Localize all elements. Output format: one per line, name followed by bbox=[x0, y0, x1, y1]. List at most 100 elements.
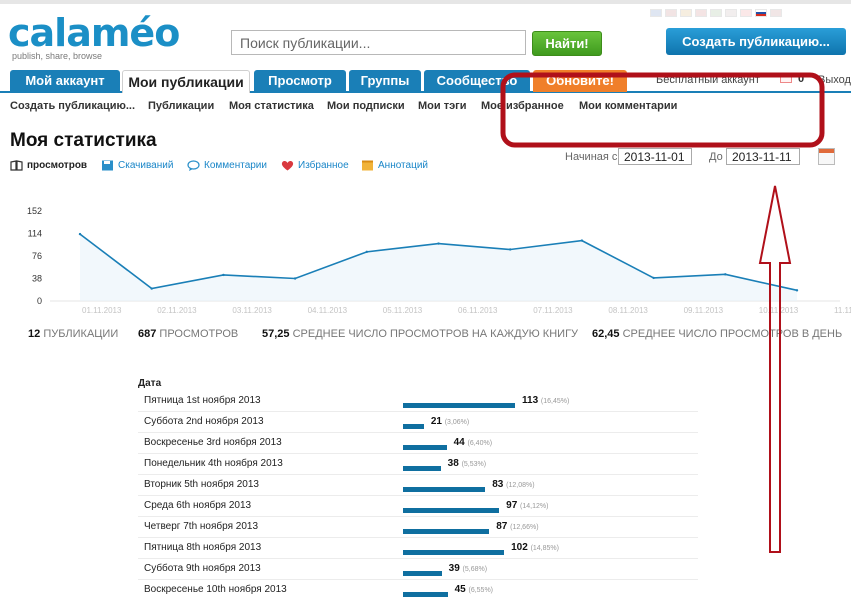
row-bar bbox=[403, 529, 490, 534]
summary-value: 57,25 bbox=[262, 328, 290, 340]
x-tick-label: 04.11.2013 bbox=[308, 306, 348, 315]
row-value: 87 (12,66%) bbox=[496, 521, 539, 532]
row-percent: (5,53%) bbox=[461, 461, 487, 468]
data-point[interactable] bbox=[150, 287, 153, 290]
row-date: Суббота 9th ноября 2013 bbox=[144, 563, 261, 574]
row-bar bbox=[403, 466, 441, 471]
row-bar bbox=[403, 571, 442, 576]
subnav-create-publication[interactable]: Создать публикацию... bbox=[10, 100, 135, 112]
x-tick-label: 10.11.2013 bbox=[759, 306, 799, 315]
page-title: Моя статистика bbox=[10, 130, 157, 151]
flag-icon[interactable] bbox=[695, 9, 707, 17]
flag-icon[interactable] bbox=[725, 9, 737, 17]
data-point[interactable] bbox=[509, 248, 512, 251]
tab-community[interactable]: Сообщество bbox=[424, 70, 530, 92]
views-line-chart: 0 38 76 114 152 01.11.2013 02.11.2013 03.11.201… bbox=[27, 206, 851, 315]
summary-average-per-day: 62,45 СРЕДНЕЕ ЧИСЛО ПРОСМОТРОВ В ДЕНЬ bbox=[592, 328, 842, 340]
date-to-input[interactable] bbox=[726, 148, 800, 165]
tab-groups[interactable]: Группы bbox=[349, 70, 421, 92]
date-to-label: До bbox=[709, 151, 723, 163]
x-tick-label: 01.11.2013 bbox=[82, 306, 122, 315]
date-from-label: Начиная с bbox=[565, 151, 618, 163]
logout-link[interactable]: Выход bbox=[818, 74, 851, 86]
summary-value: 12 bbox=[28, 328, 41, 340]
calameo-logo[interactable]: calaméo bbox=[8, 14, 180, 52]
data-point[interactable] bbox=[222, 273, 225, 277]
tab-upgrade[interactable]: Обновите! bbox=[533, 70, 627, 92]
data-point[interactable] bbox=[78, 232, 82, 236]
language-flags bbox=[650, 9, 782, 17]
metric-annotations[interactable]: Аннотаций bbox=[361, 160, 428, 171]
x-tick-label: 05.11.2013 bbox=[383, 306, 423, 315]
x-tick-label: 03.11.2013 bbox=[232, 306, 272, 315]
metric-downloads[interactable]: Скачиваний bbox=[101, 160, 173, 171]
flag-icon[interactable] bbox=[650, 9, 662, 17]
table-row: Пятница 1st ноября 2013 113 (16,45%) bbox=[138, 391, 698, 412]
summary-views: 687 ПРОСМОТРОВ bbox=[138, 328, 238, 340]
y-tick-label: 152 bbox=[27, 206, 42, 216]
row-value: 38 (5,53%) bbox=[447, 458, 487, 469]
row-percent: (16,45%) bbox=[540, 398, 570, 405]
y-tick-label: 0 bbox=[37, 296, 42, 306]
data-point[interactable] bbox=[652, 276, 655, 280]
flag-icon[interactable] bbox=[755, 9, 767, 17]
y-tick-label: 76 bbox=[32, 251, 42, 261]
flag-icon[interactable] bbox=[665, 9, 677, 17]
row-date: Пятница 8th ноября 2013 bbox=[144, 542, 262, 553]
top-border bbox=[0, 0, 851, 4]
flag-icon[interactable] bbox=[680, 9, 692, 17]
y-tick-label: 114 bbox=[28, 229, 42, 239]
tab-my-publications[interactable]: Мои публикации bbox=[122, 70, 250, 93]
subnav-my-subscriptions[interactable]: Мои подписки bbox=[327, 100, 405, 112]
row-bar bbox=[403, 487, 486, 492]
data-point[interactable] bbox=[580, 239, 584, 242]
data-point[interactable] bbox=[365, 250, 368, 254]
tab-browse[interactable]: Просмотр bbox=[254, 70, 346, 92]
subnav-my-statistics[interactable]: Моя статистика bbox=[229, 100, 314, 112]
data-point[interactable] bbox=[437, 242, 440, 245]
row-date: Понедельник 4th ноября 2013 bbox=[144, 458, 283, 469]
x-tick-label: 08.11.2013 bbox=[608, 306, 648, 315]
x-tick-label: 11.11.2013 bbox=[834, 306, 851, 315]
calendar-icon[interactable] bbox=[818, 148, 835, 165]
summary-label: ПРОСМОТРОВ bbox=[159, 328, 239, 340]
tab-my-account[interactable]: Мой аккаунт bbox=[10, 70, 120, 92]
data-point[interactable] bbox=[795, 289, 799, 292]
summary-average-per-book: 57,25 СРЕДНЕЕ ЧИСЛО ПРОСМОТРОВ НА КАЖДУЮ… bbox=[262, 328, 578, 340]
metric-views[interactable]: просмотров bbox=[10, 160, 87, 171]
subnav-my-tags[interactable]: Мои тэги bbox=[418, 100, 467, 112]
table-row: Суббота 9th ноября 2013 39 (5,68%) bbox=[138, 559, 698, 580]
row-bar bbox=[403, 592, 448, 597]
flag-icon[interactable] bbox=[770, 9, 782, 17]
mail-icon[interactable] bbox=[780, 74, 792, 83]
subnav-publications[interactable]: Публикации bbox=[148, 100, 214, 112]
flag-icon[interactable] bbox=[710, 9, 722, 17]
row-percent: (14,85%) bbox=[530, 545, 559, 552]
note-icon bbox=[362, 160, 373, 171]
summary-label: СРЕДНЕЕ ЧИСЛО ПРОСМОТРОВ В ДЕНЬ bbox=[622, 328, 843, 340]
data-point[interactable] bbox=[293, 277, 297, 280]
metric-label: Аннотаций bbox=[378, 160, 428, 171]
subnav-my-favorites[interactable]: Мое избранное bbox=[481, 100, 564, 112]
summary-label: СРЕДНЕЕ ЧИСЛО ПРОСМОТРОВ НА КАЖДУЮ КНИГУ bbox=[292, 328, 579, 340]
search-input[interactable] bbox=[231, 30, 526, 55]
search-button[interactable]: Найти! bbox=[532, 31, 602, 56]
logo-tagline: publish, share, browse bbox=[12, 51, 103, 61]
table-header-date: Дата bbox=[138, 378, 162, 389]
subnav-my-comments[interactable]: Мои комментарии bbox=[579, 100, 677, 112]
row-date: Пятница 1st ноября 2013 bbox=[144, 395, 261, 406]
row-value: 113 (16,45%) bbox=[522, 395, 570, 406]
date-from-input[interactable] bbox=[618, 148, 692, 165]
metric-favorites[interactable]: Избранное bbox=[281, 160, 349, 171]
account-status[interactable]: Бесплатный аккаунт bbox=[656, 74, 760, 86]
metric-comments[interactable]: Комментарии bbox=[187, 160, 267, 171]
create-publication-button[interactable]: Создать публикацию... bbox=[666, 28, 846, 55]
row-percent: (12,08%) bbox=[506, 482, 535, 489]
flag-icon[interactable] bbox=[740, 9, 752, 17]
table-row: Воскресенье 3rd ноября 2013 44 (6,40%) bbox=[138, 433, 698, 454]
row-date: Вторник 5th ноября 2013 bbox=[144, 479, 259, 490]
row-bar bbox=[403, 550, 505, 555]
x-tick-label: 07.11.2013 bbox=[533, 306, 573, 315]
data-point[interactable] bbox=[724, 273, 727, 276]
row-value: 83 (12,08%) bbox=[492, 479, 535, 490]
